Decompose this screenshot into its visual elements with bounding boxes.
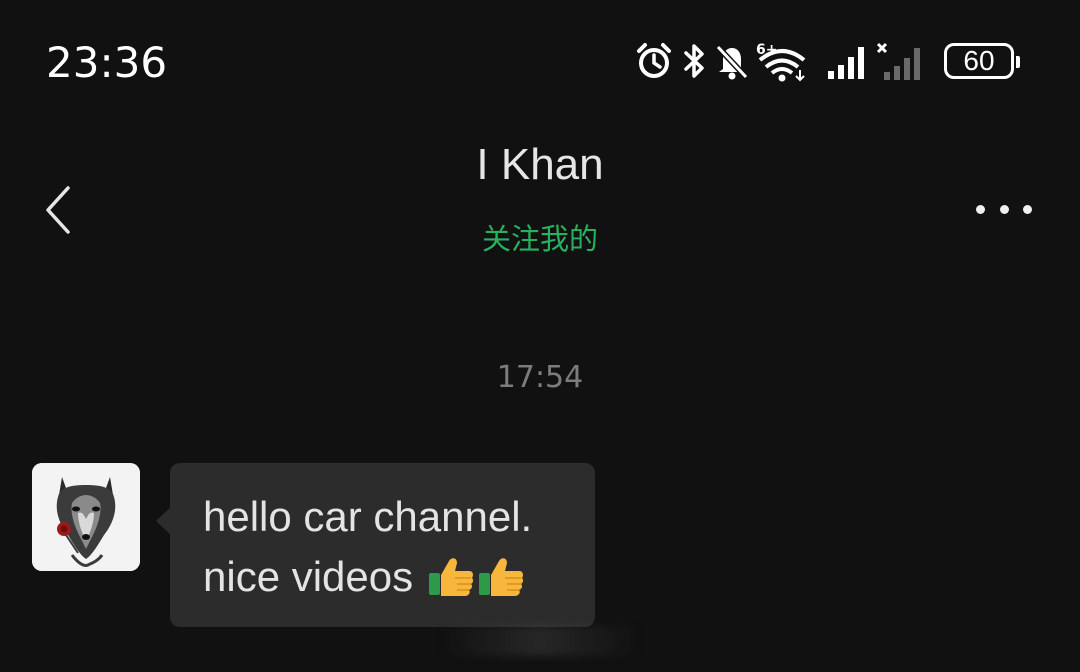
message-line-2-text: nice videos <box>203 553 414 600</box>
no-signal-icon <box>876 40 928 82</box>
battery-level: 60 <box>963 45 995 76</box>
battery-icon: 60 <box>944 43 1020 79</box>
more-dot <box>1023 204 1032 214</box>
bubble-tail <box>156 507 171 535</box>
signal-icon <box>826 41 870 81</box>
message-line-2: nice videos <box>203 547 565 615</box>
thumbs-up-icon <box>477 551 525 615</box>
alarm-icon <box>634 41 674 81</box>
more-dot <box>999 204 1009 214</box>
thumbs-up-icon <box>427 551 475 615</box>
mute-bell-icon <box>714 41 750 81</box>
message-timestamp: 17:54 <box>496 360 584 395</box>
more-dots-icon <box>976 204 985 214</box>
message-bubble[interactable]: hello car channel. nice videos <box>156 463 595 627</box>
chat-header: I Khan 关注我的 <box>0 110 1080 280</box>
message-line-1: hello car channel. <box>203 493 533 540</box>
status-bar: 23:36 6+ 60 <box>0 0 1080 110</box>
status-time: 23:36 <box>46 38 168 87</box>
blurred-fragment <box>440 626 640 656</box>
battery-tip <box>1016 56 1020 68</box>
contact-subtitle[interactable]: 关注我的 <box>0 216 1080 258</box>
wolf-avatar-icon <box>32 463 140 571</box>
wifi-6-icon: 6+ <box>756 40 808 82</box>
status-icons: 6+ 60 <box>634 38 1020 84</box>
avatar[interactable] <box>32 463 140 571</box>
contact-name[interactable]: I Khan <box>0 140 1080 190</box>
more-button[interactable] <box>976 196 1032 222</box>
bluetooth-icon <box>680 41 708 81</box>
